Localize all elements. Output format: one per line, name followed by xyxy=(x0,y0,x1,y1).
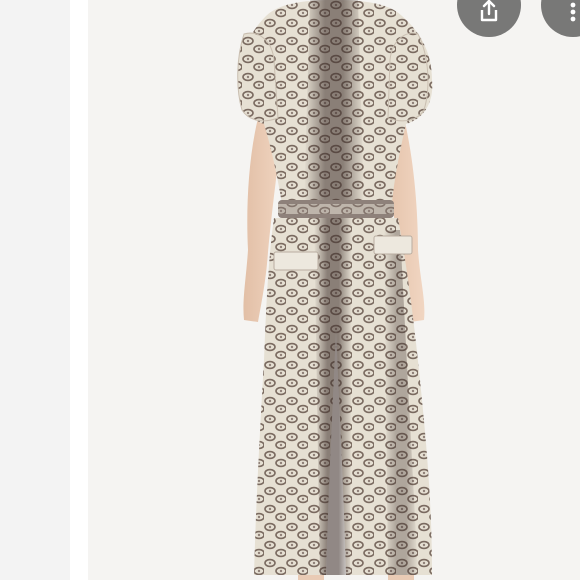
share-icon xyxy=(478,0,500,23)
previous-image-edge[interactable] xyxy=(0,0,70,580)
product-photo[interactable] xyxy=(88,0,580,580)
more-vertical-icon xyxy=(569,1,577,23)
image-divider xyxy=(70,0,88,580)
image-viewer xyxy=(0,0,580,580)
jumpsuit-photo xyxy=(237,0,433,580)
